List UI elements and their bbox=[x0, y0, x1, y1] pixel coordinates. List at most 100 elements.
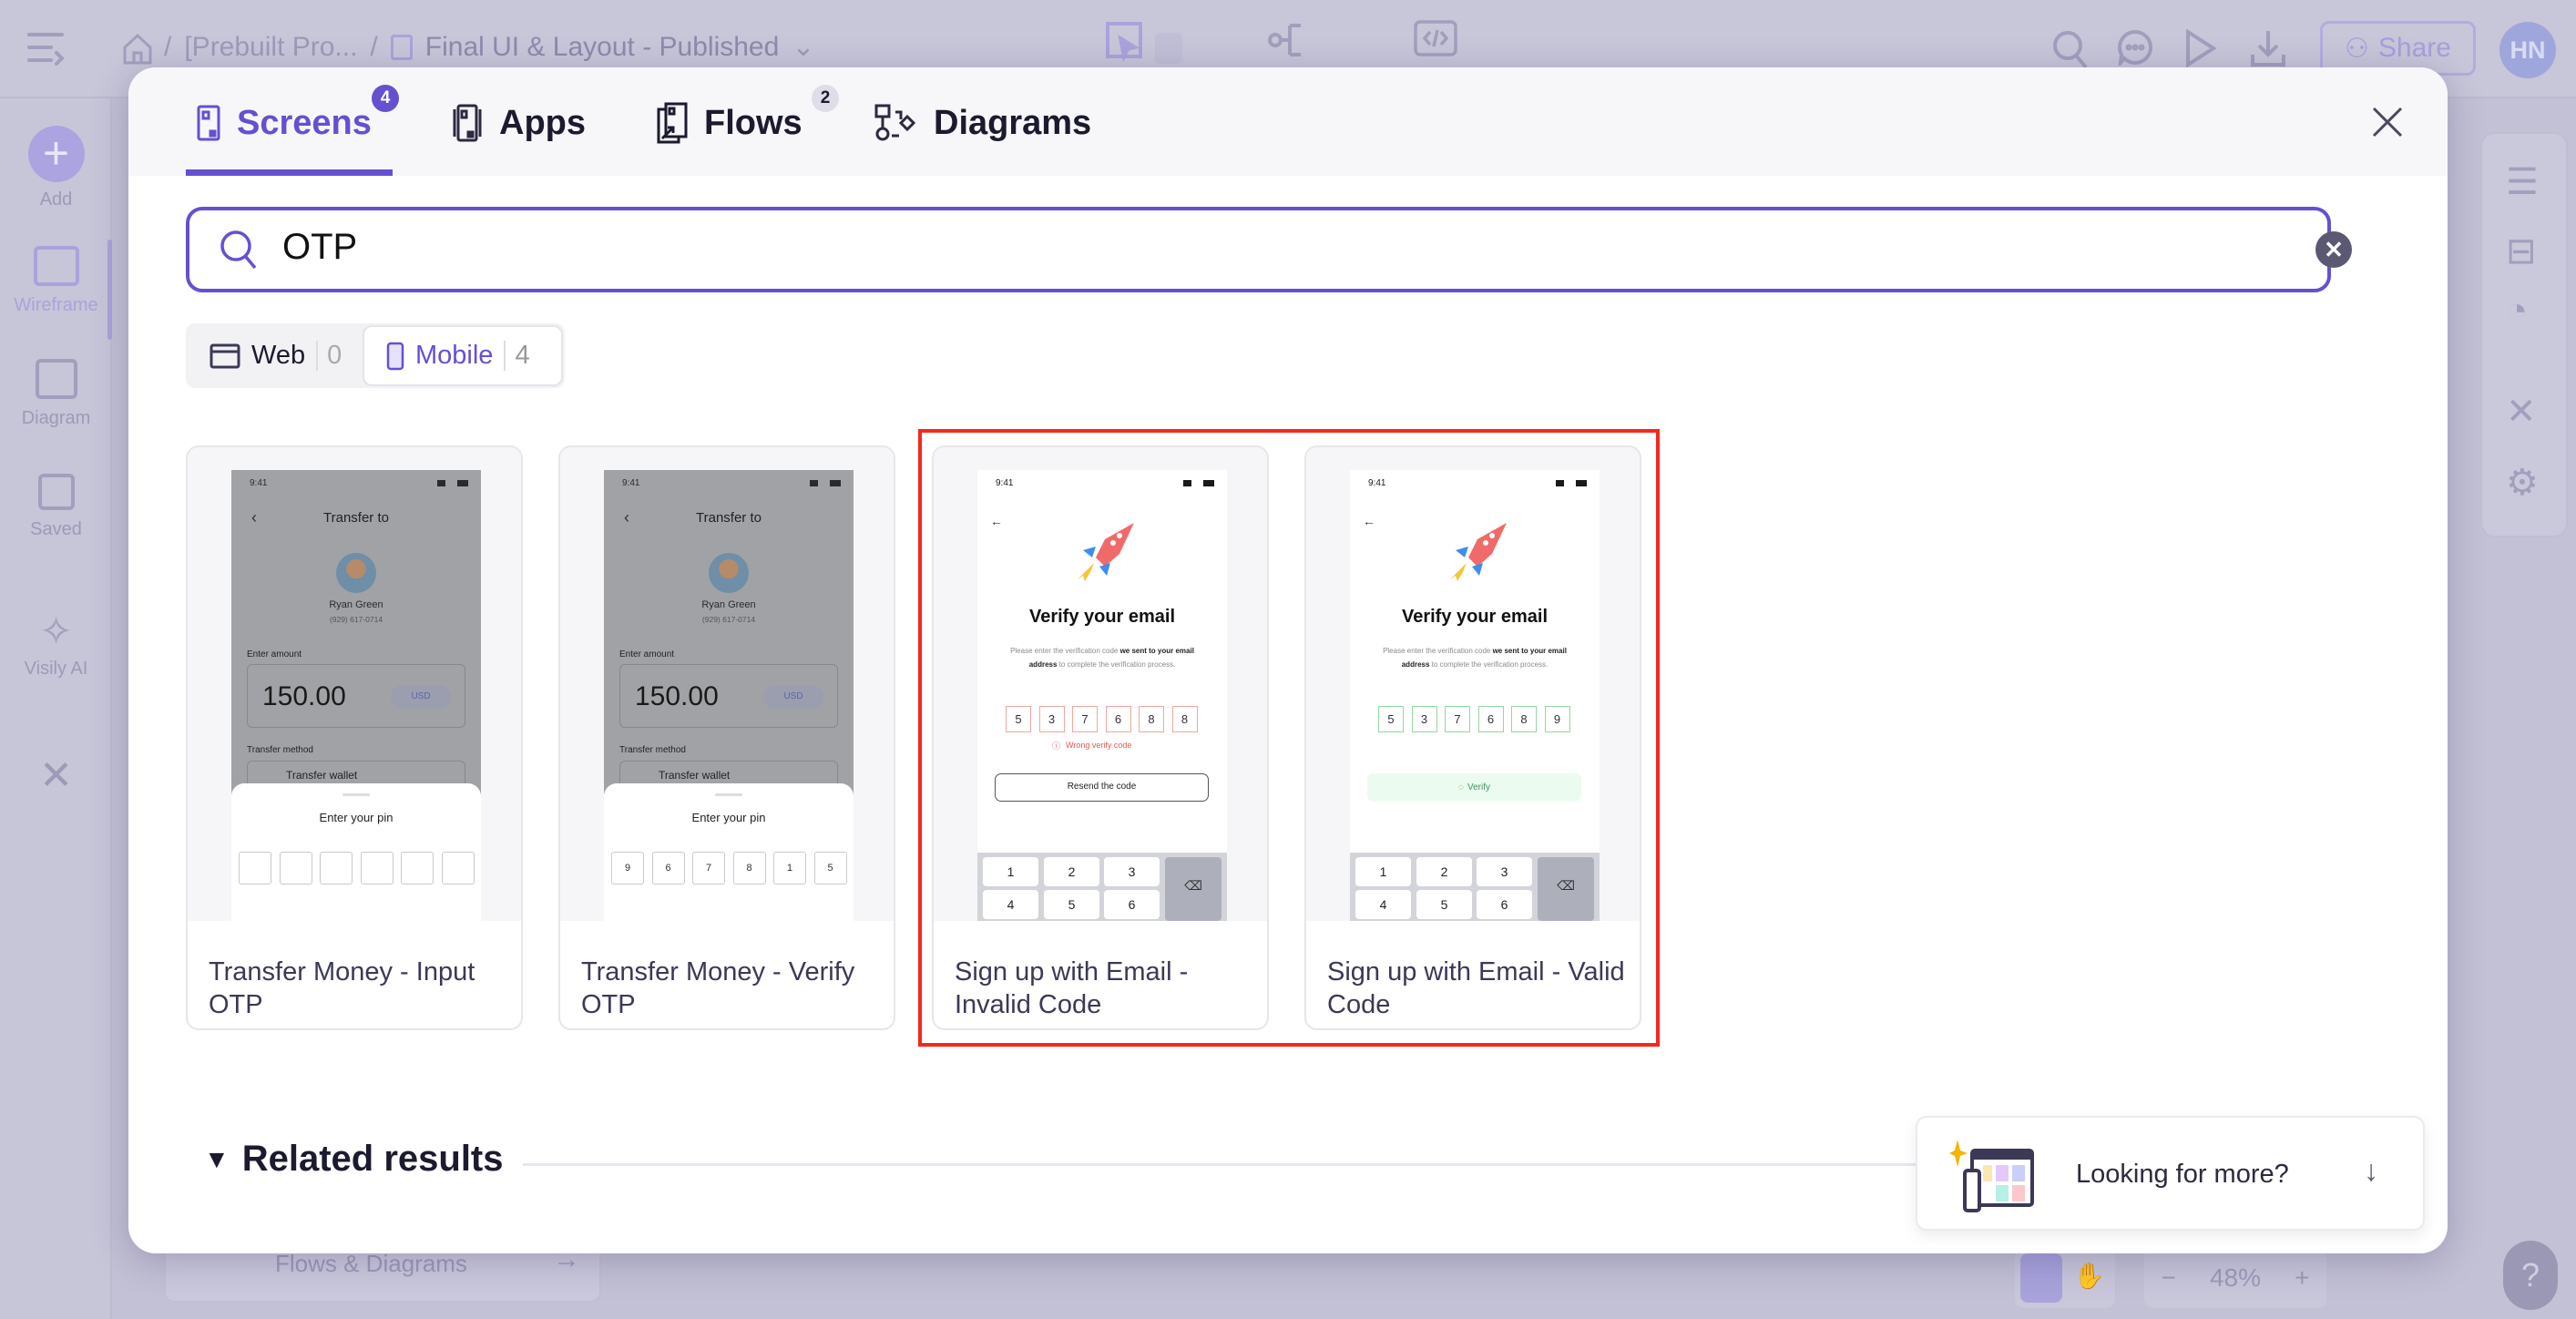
sidebar-item-add[interactable]: + Add bbox=[0, 126, 112, 210]
search-icon[interactable] bbox=[2051, 29, 2090, 69]
wireframe-icon bbox=[33, 246, 79, 286]
pin-box[interactable] bbox=[401, 852, 434, 884]
result-title: Transfer Money - Verify OTP bbox=[581, 957, 855, 1019]
tab-flows[interactable]: Flows bbox=[657, 100, 802, 146]
sidebar-item-saved[interactable]: Saved bbox=[0, 474, 112, 540]
divider bbox=[523, 1163, 1926, 1166]
result-card[interactable]: 9:41 ‹ Transfer to Ryan Green (929) 617-0714… bbox=[186, 445, 523, 1030]
screen-header: Transfer to bbox=[323, 510, 389, 526]
screen-icon bbox=[197, 105, 220, 141]
pin-box[interactable] bbox=[320, 852, 353, 884]
diagram-icon bbox=[35, 359, 77, 399]
hand-tool-icon[interactable]: ✋ bbox=[2073, 1261, 2105, 1291]
sidebar-item-diagram[interactable]: Diagram bbox=[0, 359, 112, 429]
filter-label: Web bbox=[251, 341, 306, 370]
layers-icon[interactable]: ⊟ bbox=[2506, 230, 2537, 272]
filter-web[interactable]: Web 0 bbox=[188, 325, 361, 386]
sidebar-label: Visily AI bbox=[24, 659, 88, 679]
breadcrumb: / [Prebuilt Pro... / Final UI & Layout -… bbox=[164, 31, 815, 63]
pointer-tool[interactable] bbox=[2020, 1253, 2062, 1303]
status-icons bbox=[810, 480, 841, 486]
tab-diagrams[interactable]: Diagrams bbox=[874, 100, 1091, 146]
right-panel: ☰ ⊟ ◔ ✕ ⚙ bbox=[2480, 132, 2568, 537]
search-input[interactable]: OTP ✕ bbox=[186, 207, 2352, 292]
screen-preview: 9:41 ‹ Transfer to Ryan Green (929) 617-0714… bbox=[188, 447, 521, 921]
home-icon[interactable] bbox=[122, 33, 153, 66]
wireframe-mode-icon[interactable] bbox=[1102, 18, 1146, 62]
breadcrumb-project[interactable]: [Prebuilt Pro... bbox=[184, 32, 357, 63]
palette-icon[interactable]: ◔ bbox=[2506, 291, 2528, 332]
zoom-in-button[interactable]: + bbox=[2295, 1263, 2309, 1293]
browser-icon bbox=[210, 343, 240, 368]
recipient-avatar bbox=[709, 553, 749, 593]
pin-box[interactable]: 1 bbox=[773, 852, 806, 884]
result-card[interactable]: 9:41 ‹ Transfer to Ryan Green (929) 617-0714… bbox=[558, 445, 895, 1030]
mode-dropdown[interactable] bbox=[1155, 33, 1182, 64]
left-sidebar: + Add Wireframe Diagram Saved ✧ Visily A… bbox=[0, 98, 112, 1319]
pin-box[interactable] bbox=[239, 852, 271, 884]
close-icon[interactable] bbox=[2371, 106, 2404, 138]
looking-for-more-button[interactable]: Looking for more? ↓ bbox=[1916, 1116, 2425, 1231]
search-value: OTP bbox=[282, 227, 358, 267]
pin-bottom-sheet: Enter your pin 9 6 7 8 1 5 bbox=[604, 783, 854, 921]
looking-for-more-label: Looking for more? bbox=[2076, 1160, 2289, 1189]
sheet-title: Enter your pin bbox=[319, 811, 394, 824]
arrow-down-icon: ↓ bbox=[2364, 1154, 2378, 1187]
tab-label: Apps bbox=[499, 103, 586, 142]
play-icon[interactable] bbox=[2184, 29, 2217, 67]
code-icon[interactable] bbox=[1414, 20, 1457, 56]
avatar[interactable]: HN bbox=[2499, 22, 2556, 78]
users-icon: ⚇ bbox=[2345, 33, 2369, 64]
phone-mockup: 9:41 ‹ Transfer to Ryan Green (929) 617-0714… bbox=[231, 470, 481, 921]
pin-box[interactable]: 5 bbox=[813, 852, 847, 884]
download-icon[interactable] bbox=[2250, 29, 2286, 67]
tool-group: ✋ bbox=[2015, 1248, 2115, 1308]
amount-field[interactable]: 150.00 USD bbox=[619, 664, 838, 728]
pin-box[interactable]: 6 bbox=[651, 852, 685, 884]
sidebar-item-visily-ai[interactable]: ✧ Visily AI bbox=[0, 608, 112, 680]
pin-box[interactable] bbox=[360, 852, 394, 884]
sliders-icon[interactable]: ☰ bbox=[2506, 161, 2539, 203]
help-button[interactable]: ? bbox=[2503, 1241, 2558, 1310]
clear-search-button[interactable]: ✕ bbox=[2315, 231, 2352, 268]
tools-icon[interactable]: ✕ bbox=[0, 752, 112, 799]
filter-mobile[interactable]: Mobile 4 bbox=[363, 325, 563, 386]
active-tab-underline bbox=[186, 169, 393, 176]
tab-screens[interactable]: Screens bbox=[197, 100, 372, 146]
file-icon bbox=[390, 34, 413, 60]
pin-box[interactable]: 8 bbox=[732, 852, 766, 884]
sheet-handle bbox=[342, 793, 370, 796]
tab-badge: 4 bbox=[372, 85, 399, 112]
comment-icon[interactable] bbox=[2117, 29, 2153, 66]
recipient-avatar bbox=[336, 553, 376, 593]
zoom-out-button[interactable]: − bbox=[2162, 1263, 2176, 1293]
pin-bottom-sheet: Enter your pin bbox=[231, 783, 481, 921]
currency-select[interactable]: USD bbox=[391, 685, 451, 709]
amount-field[interactable]: 150.00 USD bbox=[247, 664, 465, 728]
chevron-down-icon[interactable]: ⌄ bbox=[792, 31, 814, 63]
menu-icon[interactable] bbox=[26, 27, 67, 69]
pin-box[interactable] bbox=[441, 852, 475, 884]
tools-icon[interactable]: ✕ bbox=[2506, 391, 2537, 433]
tab-label: Diagrams bbox=[934, 103, 1092, 142]
tab-apps[interactable]: Apps bbox=[452, 100, 586, 146]
caret-down-icon: ▼ bbox=[204, 1144, 230, 1173]
pin-box[interactable]: 9 bbox=[611, 852, 644, 884]
screens-illustration-icon bbox=[1948, 1138, 2039, 1212]
related-results-heading: Related results bbox=[241, 1139, 504, 1179]
diagrams-icon bbox=[874, 104, 916, 141]
tab-badge: 2 bbox=[812, 85, 839, 112]
sheet-handle bbox=[715, 793, 742, 796]
method-label: Transfer method bbox=[247, 745, 313, 755]
prototype-icon[interactable] bbox=[1266, 18, 1312, 62]
chat-settings-icon[interactable]: ⚙ bbox=[2506, 462, 2539, 504]
currency-select[interactable]: USD bbox=[763, 685, 823, 709]
share-label: Share bbox=[2377, 33, 2451, 63]
amount-value: 150.00 bbox=[635, 681, 719, 711]
amount-label: Enter amount bbox=[619, 649, 675, 660]
related-results-toggle[interactable]: ▼ Related results bbox=[204, 1139, 504, 1180]
pin-box[interactable]: 7 bbox=[692, 852, 725, 884]
pin-box[interactable] bbox=[279, 852, 312, 884]
sidebar-item-wireframe[interactable]: Wireframe bbox=[0, 246, 112, 316]
breadcrumb-file[interactable]: Final UI & Layout - Published bbox=[425, 32, 780, 63]
